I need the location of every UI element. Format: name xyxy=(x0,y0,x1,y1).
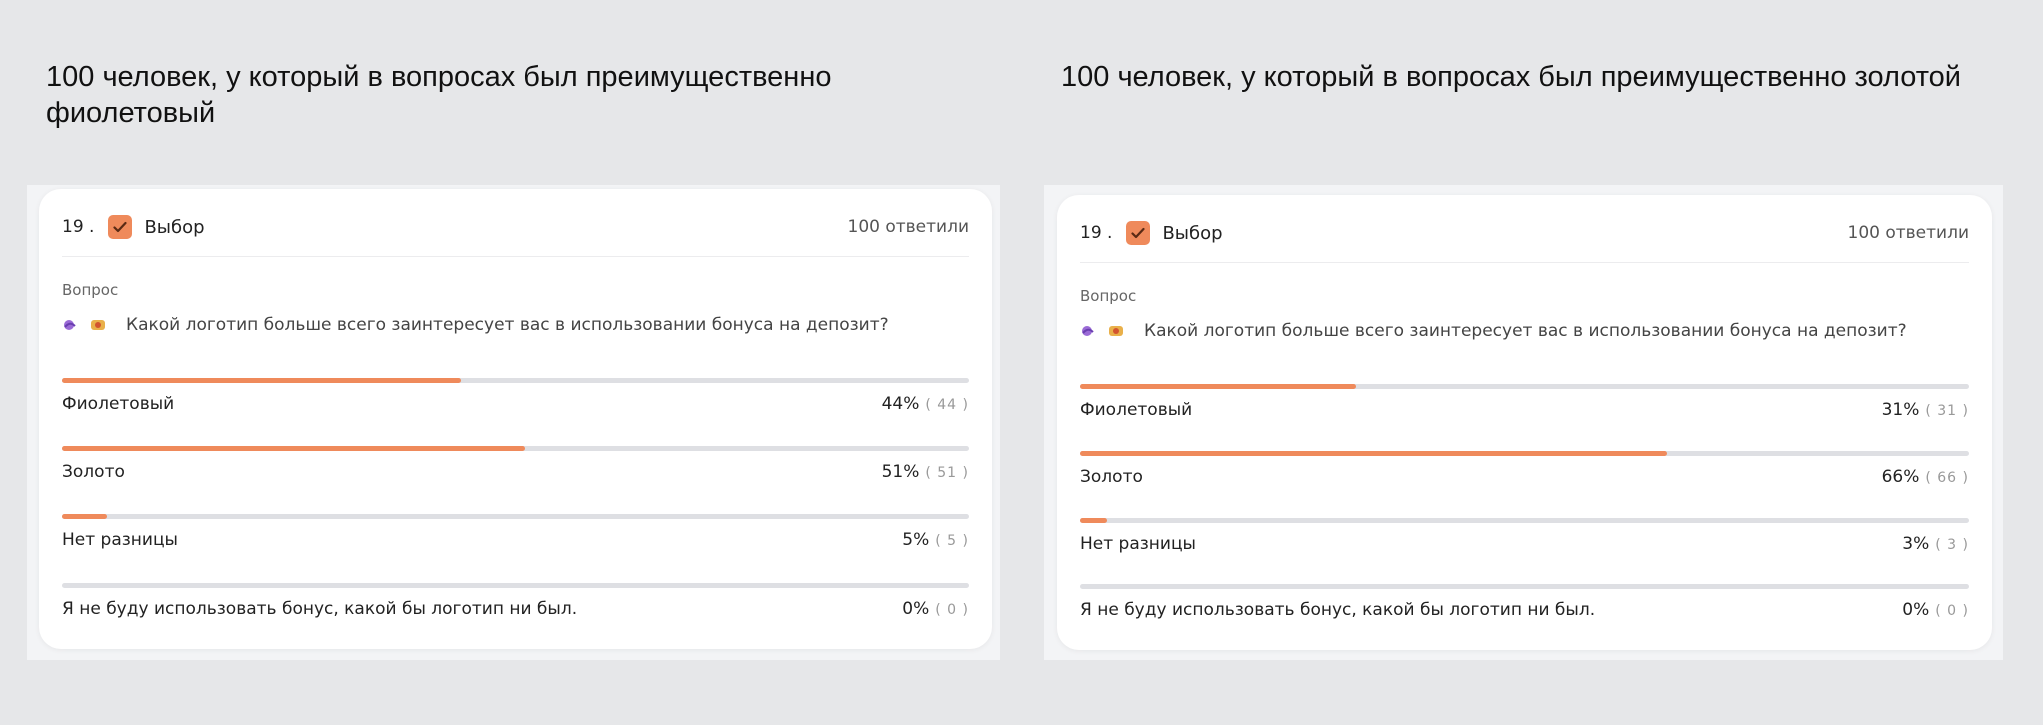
answers-count: 100 ответили xyxy=(847,217,970,237)
option-percent: 3% xyxy=(1902,534,1930,554)
option-label: Нет разницы xyxy=(62,530,178,550)
option-row: Я не буду использовать бонус, какой бы л… xyxy=(1080,584,1969,624)
option-count: ( 0 ) xyxy=(935,602,969,618)
option-percent: 31% xyxy=(1881,400,1920,420)
question-type: Выбор xyxy=(1162,222,1223,244)
progress-fill xyxy=(62,514,108,519)
progress-fill xyxy=(1080,451,1667,456)
option-row: Фиолетовый 44% ( 44 ) xyxy=(62,378,969,418)
question-header: 19 . Выбор 100 ответили xyxy=(1080,217,1969,249)
answers-count: 100 ответили xyxy=(1847,223,1970,243)
divider xyxy=(62,256,969,257)
progress-track xyxy=(1080,584,1969,589)
option-percent: 51% xyxy=(881,462,920,482)
question-text: Какой логотип больше всего заинтересует … xyxy=(1144,321,1907,341)
option-count: ( 5 ) xyxy=(935,533,969,549)
option-stats: 0% ( 0 ) xyxy=(902,599,969,619)
question-row: Какой логотип больше всего заинтересует … xyxy=(62,313,969,337)
option-percent: 5% xyxy=(902,530,930,550)
question-number: 19 . xyxy=(1080,223,1113,243)
option-stats: 51% ( 51 ) xyxy=(882,462,969,482)
option-percent: 66% xyxy=(1881,467,1920,487)
question-text: Какой логотип больше всего заинтересует … xyxy=(126,315,889,335)
option-stats: 3% ( 3 ) xyxy=(1902,534,1969,554)
gold-logo-emoji-icon xyxy=(1108,324,1124,338)
purple-logo-emoji-icon xyxy=(1080,324,1096,338)
option-label: Я не буду использовать бонус, какой бы л… xyxy=(1080,600,1596,620)
option-percent: 0% xyxy=(902,599,930,619)
question-card: 19 . Выбор 100 ответили Вопрос Какой лог… xyxy=(1057,195,1992,650)
question-type: Выбор xyxy=(144,216,205,238)
option-count: ( 0 ) xyxy=(1935,603,1969,619)
option-row: Золото 51% ( 51 ) xyxy=(62,446,969,486)
question-card: 19 . Выбор 100 ответили Вопрос Какой лог… xyxy=(39,189,992,649)
option-row: Нет разницы 5% ( 5 ) xyxy=(62,514,969,554)
heading-purple-group: 100 человек, у который в вопросах был пр… xyxy=(46,61,832,129)
option-row: Фиолетовый 31% ( 31 ) xyxy=(1080,384,1969,424)
progress-track xyxy=(62,583,969,588)
option-row: Я не буду использовать бонус, какой бы л… xyxy=(62,583,969,623)
progress-fill xyxy=(1080,518,1107,523)
divider xyxy=(1080,262,1969,263)
option-stats: 5% ( 5 ) xyxy=(902,530,969,550)
option-row: Золото 66% ( 66 ) xyxy=(1080,451,1969,491)
option-percent: 44% xyxy=(881,394,920,414)
option-label: Фиолетовый xyxy=(1080,400,1193,420)
progress-fill xyxy=(62,446,525,451)
progress-fill xyxy=(62,378,462,383)
progress-track xyxy=(1080,518,1969,523)
option-label: Золото xyxy=(1080,467,1143,487)
progress-track xyxy=(1080,384,1969,389)
option-stats: 44% ( 44 ) xyxy=(882,394,969,414)
progress-track xyxy=(1080,451,1969,456)
option-label: Я не буду использовать бонус, какой бы л… xyxy=(62,599,578,619)
checkmark-icon xyxy=(108,215,133,239)
gold-logo-emoji-icon xyxy=(90,318,106,332)
progress-track xyxy=(62,514,969,519)
option-count: ( 31 ) xyxy=(1925,403,1969,419)
question-number: 19 . xyxy=(62,217,95,237)
progress-fill xyxy=(1080,384,1356,389)
progress-track xyxy=(62,378,969,383)
option-count: ( 3 ) xyxy=(1935,537,1969,553)
question-label: Вопрос xyxy=(1080,287,1137,305)
option-stats: 66% ( 66 ) xyxy=(1882,467,1969,487)
option-count: ( 44 ) xyxy=(925,397,969,413)
option-stats: 31% ( 31 ) xyxy=(1882,400,1969,420)
option-label: Золото xyxy=(62,462,125,482)
question-row: Какой логотип больше всего заинтересует … xyxy=(1080,319,1969,343)
option-count: ( 66 ) xyxy=(1925,470,1969,486)
question-label: Вопрос xyxy=(62,281,119,299)
option-count: ( 51 ) xyxy=(925,465,969,481)
option-label: Фиолетовый xyxy=(62,394,175,414)
option-percent: 0% xyxy=(1902,600,1930,620)
heading-gold-group: 100 человек, у который в вопросах был пр… xyxy=(1061,61,1962,93)
purple-logo-emoji-icon xyxy=(62,318,78,332)
question-header: 19 . Выбор 100 ответили xyxy=(62,211,969,243)
option-stats: 0% ( 0 ) xyxy=(1902,600,1969,620)
option-label: Нет разницы xyxy=(1080,534,1196,554)
progress-track xyxy=(62,446,969,451)
screenshot-panel-purple: 19 . Выбор 100 ответили Вопрос Какой лог… xyxy=(27,185,1000,660)
screenshot-panel-gold: 19 . Выбор 100 ответили Вопрос Какой лог… xyxy=(1044,185,2003,660)
option-row: Нет разницы 3% ( 3 ) xyxy=(1080,518,1969,558)
checkmark-icon xyxy=(1126,221,1151,245)
